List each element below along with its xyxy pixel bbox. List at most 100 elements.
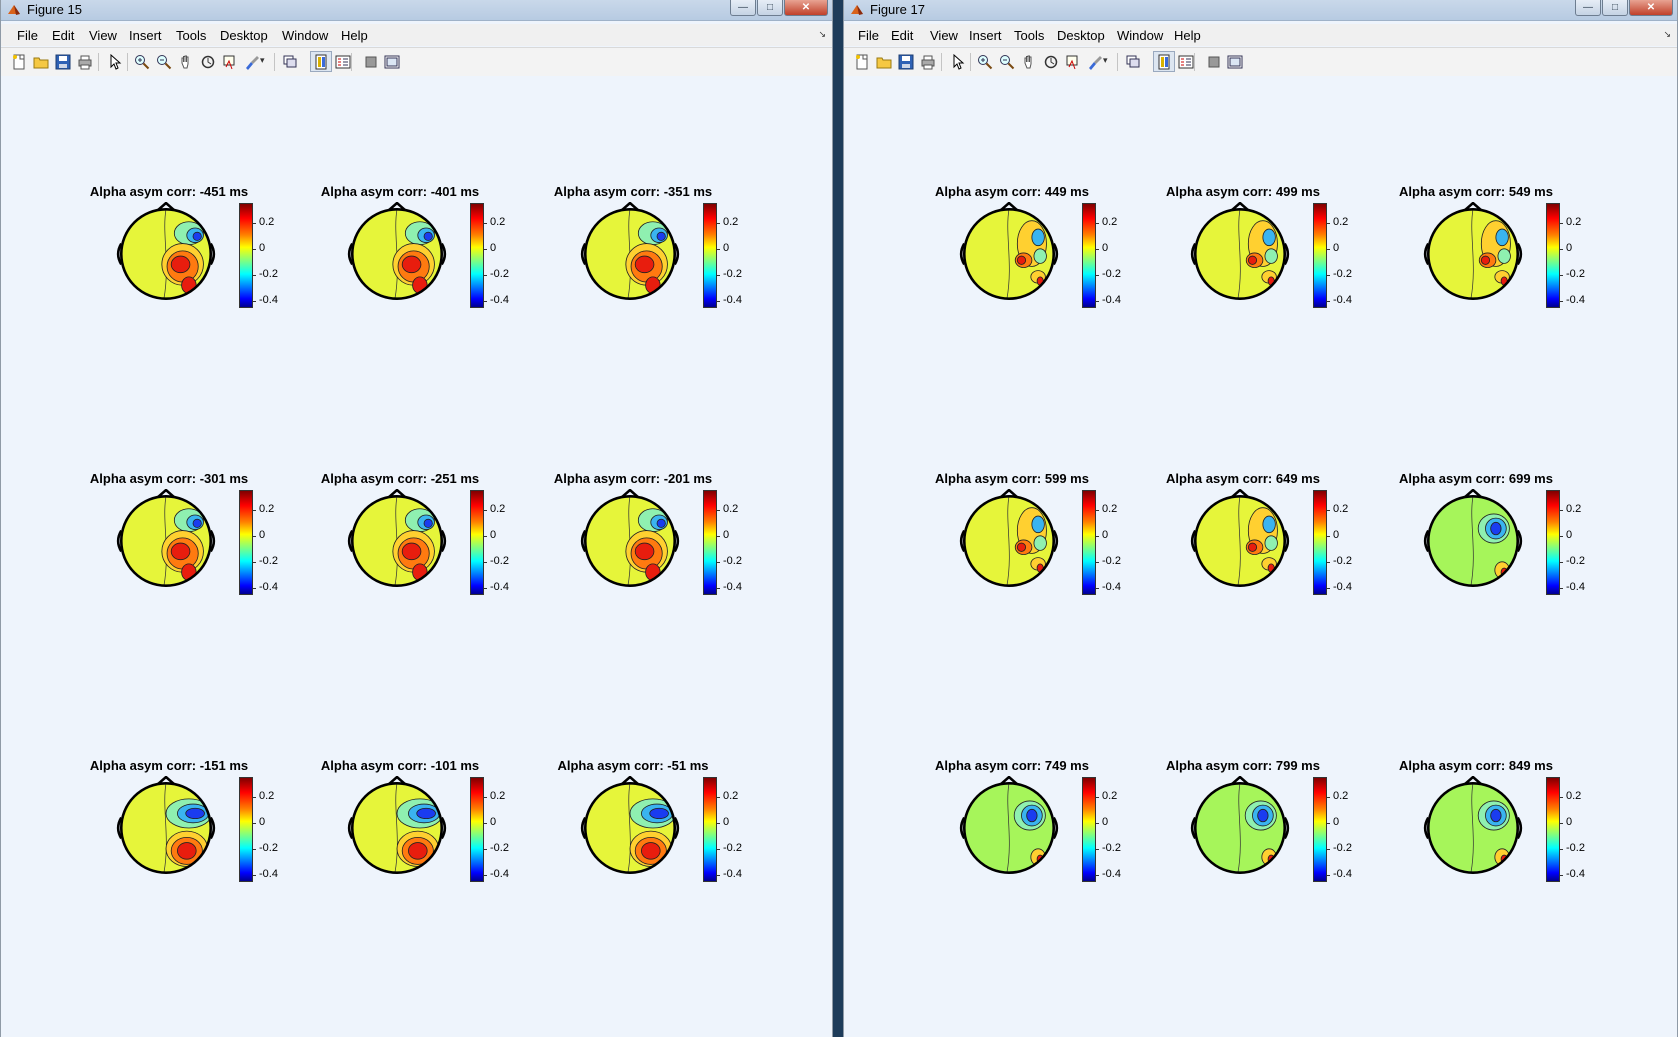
menu-tools[interactable]: Tools (176, 28, 206, 43)
menu-tools[interactable]: Tools (1014, 28, 1044, 43)
colorbar[interactable] (1313, 777, 1327, 882)
colorbar[interactable] (1082, 490, 1096, 595)
brush-dropdown-arrow-icon[interactable]: ▾ (260, 55, 265, 66)
save-icon[interactable] (898, 54, 914, 70)
scalp-topoplot[interactable] (345, 489, 449, 593)
colorbar[interactable] (1546, 203, 1560, 308)
legend-icon[interactable] (335, 54, 351, 70)
colorbar[interactable] (1313, 203, 1327, 308)
scalp-topoplot[interactable] (114, 776, 218, 880)
maximize-button[interactable]: □ (1602, 0, 1628, 16)
scalp-topoplot[interactable] (345, 776, 449, 880)
zoom-in-icon[interactable] (134, 54, 150, 70)
title-bar[interactable]: Figure 15 — □ ✕ (1, 0, 832, 21)
menu-edit[interactable]: Edit (52, 28, 74, 43)
colorbar[interactable] (1082, 777, 1096, 882)
brush-icon[interactable] (1087, 54, 1103, 70)
colorbar-icon[interactable] (1156, 54, 1172, 70)
save-icon[interactable] (55, 54, 71, 70)
scalp-topoplot[interactable] (957, 202, 1061, 306)
scalp-topoplot[interactable] (345, 202, 449, 306)
colorbar[interactable] (1546, 777, 1560, 882)
menu-file[interactable]: File (858, 28, 879, 43)
print-icon[interactable] (920, 54, 936, 70)
minimize-button[interactable]: — (730, 0, 756, 16)
colorbar[interactable] (239, 777, 253, 882)
matlab-logo-icon (851, 5, 863, 15)
menu-insert[interactable]: Insert (129, 28, 162, 43)
scalp-topoplot[interactable] (578, 202, 682, 306)
print-icon[interactable] (77, 54, 93, 70)
scalp-topoplot[interactable] (1188, 776, 1292, 880)
colorbar-icon[interactable] (313, 54, 329, 70)
scalp-topoplot[interactable] (1188, 202, 1292, 306)
close-button[interactable]: ✕ (1629, 0, 1673, 16)
colorbar[interactable] (239, 490, 253, 595)
zoom-in-icon[interactable] (977, 54, 993, 70)
link-plot-icon[interactable] (1125, 54, 1141, 70)
menu-desktop[interactable]: Desktop (220, 28, 268, 43)
open-file-icon[interactable] (33, 54, 49, 70)
colorbar[interactable] (703, 203, 717, 308)
colorbar[interactable] (239, 203, 253, 308)
title-bar[interactable]: Figure 17 — □ ✕ (844, 0, 1677, 21)
scalp-topoplot[interactable] (957, 776, 1061, 880)
rotate-3d-icon[interactable] (1043, 54, 1059, 70)
menu-edit[interactable]: Edit (891, 28, 913, 43)
scalp-topoplot[interactable] (1421, 489, 1525, 593)
minimize-button[interactable]: — (1575, 0, 1601, 16)
menu-help[interactable]: Help (1174, 28, 1201, 43)
scalp-topoplot[interactable] (578, 489, 682, 593)
data-cursor-icon[interactable] (222, 54, 238, 70)
dock-arrow-icon[interactable]: ↘ (1663, 29, 1671, 40)
new-figure-icon[interactable] (854, 54, 870, 70)
menu-file[interactable]: File (17, 28, 38, 43)
brush-dropdown-arrow-icon[interactable]: ▾ (1103, 55, 1108, 66)
scalp-topoplot[interactable] (1188, 489, 1292, 593)
menu-insert[interactable]: Insert (969, 28, 1002, 43)
colorbar[interactable] (703, 490, 717, 595)
zoom-out-icon[interactable] (999, 54, 1015, 70)
scalp-topoplot[interactable] (957, 489, 1061, 593)
colorbar[interactable] (470, 777, 484, 882)
dock-arrow-icon[interactable]: ↘ (818, 29, 826, 40)
pan-hand-icon[interactable] (178, 54, 194, 70)
hide-plot-tools-icon[interactable] (363, 54, 379, 70)
colorbar[interactable] (1546, 490, 1560, 595)
colorbar-tick-label: -0.2 (1102, 268, 1121, 281)
colorbar[interactable] (1082, 203, 1096, 308)
menu-window[interactable]: Window (1117, 28, 1163, 43)
brush-icon[interactable] (244, 54, 260, 70)
pan-hand-icon[interactable] (1021, 54, 1037, 70)
scalp-topoplot[interactable] (114, 202, 218, 306)
scalp-topoplot[interactable] (114, 489, 218, 593)
menu-view[interactable]: View (89, 28, 117, 43)
zoom-out-icon[interactable] (156, 54, 172, 70)
scalp-topoplot[interactable] (578, 776, 682, 880)
colorbar[interactable] (703, 777, 717, 882)
open-file-icon[interactable] (876, 54, 892, 70)
menu-help[interactable]: Help (341, 28, 368, 43)
colorbar[interactable] (470, 490, 484, 595)
hide-plot-tools-icon[interactable] (1206, 54, 1222, 70)
menu-desktop[interactable]: Desktop (1057, 28, 1105, 43)
colorbar[interactable] (1313, 490, 1327, 595)
legend-icon[interactable] (1178, 54, 1194, 70)
scalp-topoplot[interactable] (1421, 776, 1525, 880)
select-arrow-icon[interactable] (107, 54, 123, 70)
figure-canvas: Alpha asym corr: -451 ms 0.2 0 -0.2 -0.4 Alph… (1, 76, 832, 1037)
colorbar-tick-label: 0.2 (723, 789, 739, 802)
rotate-3d-icon[interactable] (200, 54, 216, 70)
maximize-button[interactable]: □ (757, 0, 783, 16)
close-button[interactable]: ✕ (784, 0, 828, 16)
colorbar[interactable] (470, 203, 484, 308)
show-plot-tools-icon[interactable] (384, 54, 400, 70)
data-cursor-icon[interactable] (1065, 54, 1081, 70)
show-plot-tools-icon[interactable] (1227, 54, 1243, 70)
menu-window[interactable]: Window (282, 28, 328, 43)
menu-view[interactable]: View (930, 28, 958, 43)
link-plot-icon[interactable] (282, 54, 298, 70)
scalp-topoplot[interactable] (1421, 202, 1525, 306)
select-arrow-icon[interactable] (950, 54, 966, 70)
new-figure-icon[interactable] (11, 54, 27, 70)
